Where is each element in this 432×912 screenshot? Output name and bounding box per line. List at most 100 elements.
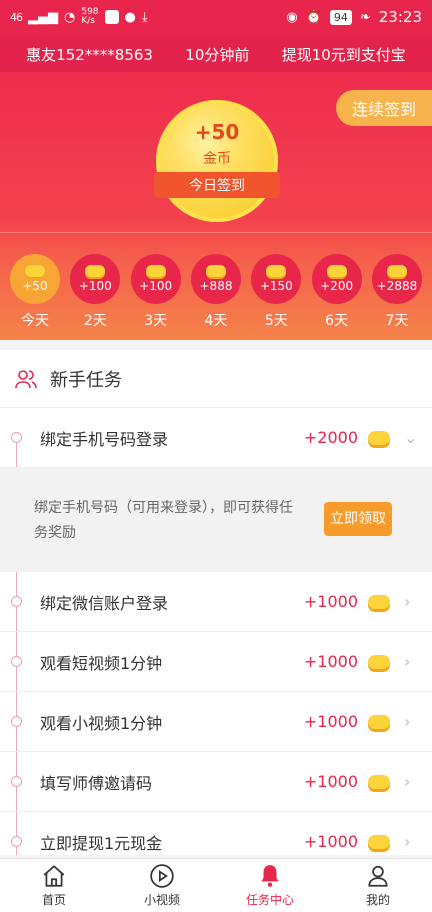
task-section-header: 新手任务 <box>0 350 432 408</box>
chevron-right-icon[interactable]: › <box>404 652 418 671</box>
chevron-right-icon[interactable]: › <box>404 832 418 851</box>
withdraw-ticker: 惠友152****8563 10分钟前 提现10元到支付宝 <box>0 36 432 72</box>
nav-mine[interactable]: 我的 <box>324 859 432 912</box>
task-item-invite-code[interactable]: 填写师傅邀请码 +1000 › <box>0 752 432 812</box>
signin-banner: 连续签到 +50 金币 今日签到 +50 今天 +100 2天 +100 3天 … <box>0 72 432 340</box>
nav-home[interactable]: 首页 <box>0 859 108 912</box>
timeline-dot <box>11 656 22 667</box>
wifi-icon: ◔ <box>64 9 76 25</box>
task-item-watch-mini-video[interactable]: 观看小视频1分钟 +1000 › <box>0 692 432 752</box>
timeline-dot <box>11 776 22 787</box>
coin-icon <box>368 714 390 729</box>
day-label: 7天 <box>385 313 409 329</box>
task-item-bind-wechat[interactable]: 绑定微信账户登录 +1000 › <box>0 572 432 632</box>
day-label: 6天 <box>325 313 349 329</box>
chevron-right-icon[interactable]: › <box>404 712 418 731</box>
coin-icon <box>368 774 390 789</box>
coin-icon <box>145 265 166 277</box>
day-reward-circle: +100 <box>130 254 181 304</box>
day-item-4[interactable]: +888 4天 <box>190 254 241 330</box>
task-item-withdraw-cash[interactable]: 立即提现1元现金 +1000 › <box>0 812 432 855</box>
task-name: 填写师傅邀请码 <box>40 773 153 793</box>
day-item-2[interactable]: +100 2天 <box>70 254 121 330</box>
status-left: 46 ▂▄▆ ◔ 598 K/s ● ⤓ <box>10 8 148 26</box>
day-label: 2天 <box>83 313 107 329</box>
task-reward: +1000 <box>303 592 358 611</box>
ticker-action: 提现10元到支付宝 <box>281 45 406 64</box>
day-reward: +200 <box>320 279 354 293</box>
nav-task-center-label: 任务中心 <box>245 893 294 907</box>
day-label: 3天 <box>144 313 168 329</box>
timeline-dot <box>11 596 22 607</box>
battery-indicator: 94 <box>329 9 352 25</box>
day-reward: +100 <box>139 279 173 293</box>
network-speed: 598 K/s <box>81 7 99 26</box>
claim-reward-button[interactable]: 立即领取 <box>324 502 392 536</box>
coin-amount: +50 <box>194 120 240 144</box>
task-name: 观看短视频1分钟 <box>40 653 163 673</box>
nav-short-video[interactable]: 小视频 <box>108 859 216 912</box>
nav-mine-label: 我的 <box>365 893 390 907</box>
task-reward: +1000 <box>303 712 358 731</box>
task-section-title: 新手任务 <box>50 369 122 391</box>
app-notification-icon <box>104 10 119 24</box>
task-reward: +2000 <box>303 428 358 447</box>
day-label: 今天 <box>21 313 49 329</box>
leaf-icon: ❧ <box>359 9 371 25</box>
day-reward: +150 <box>259 279 293 293</box>
timeline-dot <box>11 716 22 727</box>
today-signin-ribbon[interactable]: 今日签到 <box>154 172 280 198</box>
coin-icon <box>368 834 390 849</box>
task-name: 绑定微信账户登录 <box>40 593 169 613</box>
coin-icon <box>205 265 226 277</box>
continuous-signin-button[interactable]: 连续签到 <box>336 90 432 126</box>
day-item-1[interactable]: +50 今天 <box>10 254 60 330</box>
day-item-7[interactable]: +2888 7天 <box>371 254 422 330</box>
daily-signin-coin[interactable]: +50 金币 今日签到 <box>154 100 280 222</box>
coin-icon <box>368 430 390 445</box>
play-circle-icon <box>150 864 174 888</box>
chevron-right-icon[interactable]: › <box>404 592 418 611</box>
day-reward: +50 <box>22 279 48 293</box>
task-item-watch-short-video[interactable]: 观看短视频1分钟 +1000 › <box>0 632 432 692</box>
nav-short-video-label: 小视频 <box>143 893 180 907</box>
day-reward-circle: +150 <box>251 254 302 304</box>
alarm-icon: ⏰ <box>305 9 322 25</box>
task-name: 绑定手机号码登录 <box>40 429 169 449</box>
chevron-down-icon[interactable]: ⌄ <box>404 428 418 447</box>
ticker-user: 惠友152****8563 <box>26 45 153 64</box>
day-item-3[interactable]: +100 3天 <box>130 254 181 330</box>
day-reward-circle: +200 <box>311 254 362 304</box>
task-detail-panel: 绑定手机号码（可用来登录），即可获得任务奖励 立即领取 <box>0 468 432 572</box>
bell-icon <box>261 865 279 887</box>
signin-days: +50 今天 +100 2天 +100 3天 +888 4天 +150 5天 +… <box>10 254 422 330</box>
task-item-bind-phone[interactable]: 绑定手机号码登录 +2000 ⌄ <box>0 408 432 468</box>
day-reward: +100 <box>78 279 112 293</box>
task-name: 立即提现1元现金 <box>40 833 163 853</box>
coin-icon <box>266 265 287 277</box>
newbie-task-card: 新手任务 绑定手机号码登录 +2000 ⌄ 绑定手机号码（可用来登录），即可获得… <box>0 350 432 855</box>
day-reward-circle: +50 <box>10 254 60 304</box>
users-icon <box>15 369 37 388</box>
day-item-5[interactable]: +150 5天 <box>251 254 302 330</box>
coin-icon <box>326 265 347 277</box>
day-reward: +2888 <box>376 279 418 293</box>
day-reward-circle: +2888 <box>371 254 422 304</box>
home-icon <box>43 865 65 887</box>
bottom-navigation: 首页 小视频 任务中心 我的 <box>0 858 432 912</box>
ticker-time: 10分钟前 <box>185 45 250 64</box>
nav-task-center[interactable]: 任务中心 <box>216 859 324 912</box>
day-label: 4天 <box>204 313 228 329</box>
chevron-right-icon[interactable]: › <box>404 772 418 791</box>
task-reward: +1000 <box>303 832 358 851</box>
day-reward-circle: +100 <box>70 254 121 304</box>
nav-home-label: 首页 <box>41 893 66 907</box>
user-icon <box>368 865 388 887</box>
coin-unit: 金币 <box>203 151 231 167</box>
coin-icon <box>85 265 106 277</box>
signal-bars-icon: ▂▄▆ <box>28 9 58 25</box>
status-right: ◉ ⏰ 94 ❧ 23:23 <box>286 8 422 26</box>
day-item-6[interactable]: +200 6天 <box>311 254 362 330</box>
day-reward: +888 <box>199 279 233 293</box>
clock: 23:23 <box>378 8 422 26</box>
